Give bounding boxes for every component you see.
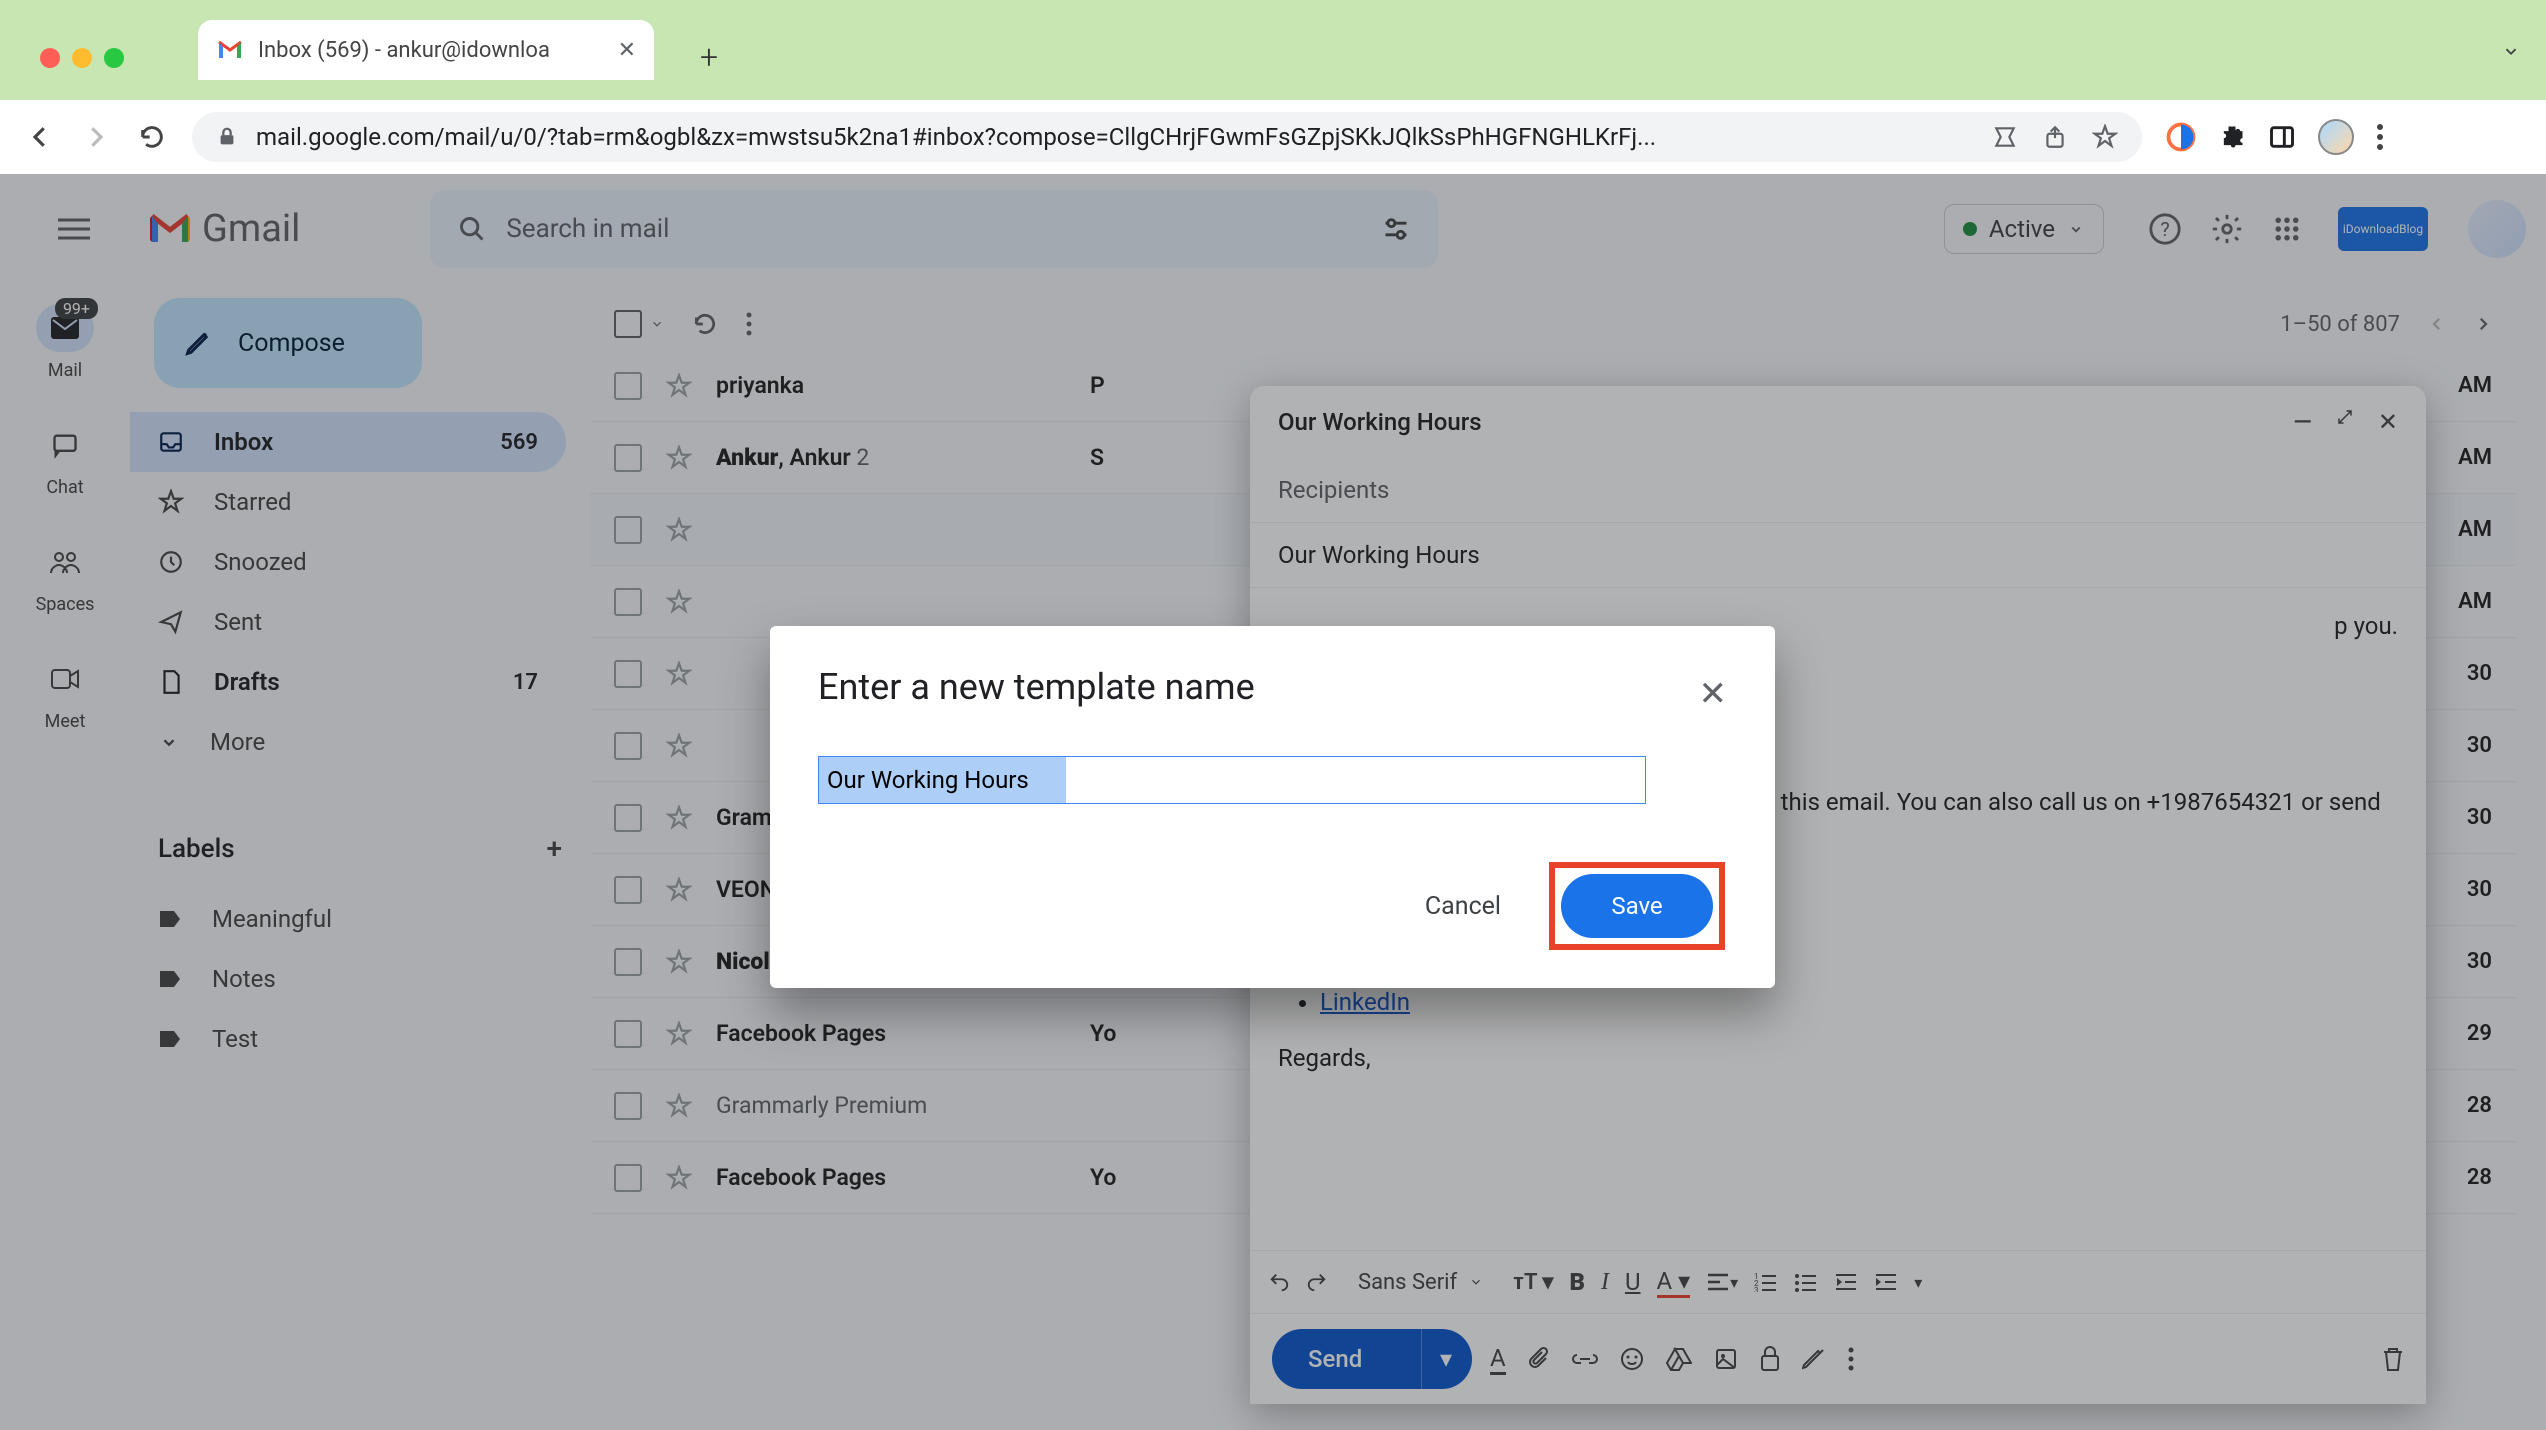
new-tab-button[interactable]: +: [700, 38, 718, 76]
forward-button: [80, 121, 112, 153]
tab-title: Inbox (569) - ankur@idownloa: [258, 38, 604, 63]
bookmark-star-icon[interactable]: [2092, 124, 2118, 150]
lock-icon: [216, 126, 238, 148]
back-button[interactable]: [24, 121, 56, 153]
browser-menu-icon[interactable]: [2376, 123, 2384, 151]
gmail-app: Gmail Search in mail Active ? iDownloadB…: [0, 174, 2546, 1430]
modal-title: Enter a new template name: [818, 666, 1727, 708]
tabs-menu-icon[interactable]: [2500, 40, 2522, 62]
modal-close-icon[interactable]: ✕: [1699, 674, 1728, 714]
save-button-highlight: Save: [1549, 862, 1725, 950]
url-bar: mail.google.com/mail/u/0/?tab=rm&ogbl&zx…: [0, 100, 2546, 174]
maximize-window-icon[interactable]: [104, 48, 124, 68]
window-controls: [40, 48, 124, 68]
extensions-puzzle-icon[interactable]: [2218, 123, 2246, 151]
template-name-modal: Enter a new template name ✕ Cancel Save: [770, 626, 1775, 988]
url-actions: [1992, 124, 2118, 150]
browser-profile-avatar[interactable]: [2318, 119, 2354, 155]
browser-chrome: Inbox (569) - ankur@idownloa ✕ +: [0, 0, 2546, 100]
extensions-row: [2166, 119, 2384, 155]
extension-icon[interactable]: [2166, 122, 2196, 152]
reader-icon[interactable]: [1992, 124, 2018, 150]
url-text: mail.google.com/mail/u/0/?tab=rm&ogbl&zx…: [256, 123, 1656, 151]
reload-button[interactable]: [136, 121, 168, 153]
address-bar[interactable]: mail.google.com/mail/u/0/?tab=rm&ogbl&zx…: [192, 112, 2142, 162]
close-window-icon[interactable]: [40, 48, 60, 68]
template-name-input[interactable]: [818, 756, 1646, 804]
browser-tab[interactable]: Inbox (569) - ankur@idownloa ✕: [198, 20, 654, 80]
share-icon[interactable]: [2042, 124, 2068, 150]
minimize-window-icon[interactable]: [72, 48, 92, 68]
sidepanel-icon[interactable]: [2268, 123, 2296, 151]
save-button[interactable]: Save: [1561, 874, 1713, 938]
tab-close-icon[interactable]: ✕: [618, 38, 636, 63]
gmail-favicon-icon: [216, 36, 244, 64]
cancel-button[interactable]: Cancel: [1425, 892, 1501, 921]
